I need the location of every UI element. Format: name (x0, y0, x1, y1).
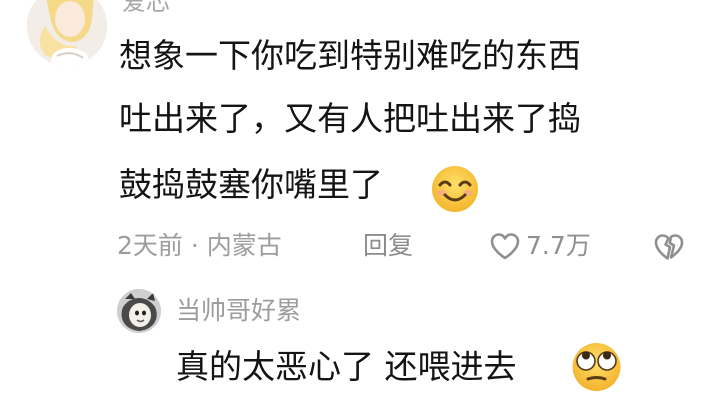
dislike-broken-heart-icon[interactable] (653, 233, 685, 261)
like-count: 7.7万 (526, 231, 591, 260)
comment-text-line-3: 鼓捣鼓塞你嘴里了 (119, 165, 383, 204)
smiling-face-icon (430, 164, 480, 214)
reply-text: 真的太恶心了 还喂进去 (176, 347, 517, 386)
comment-author-name[interactable]: 爱芯 (122, 0, 170, 16)
reply-avatar-image (117, 289, 161, 333)
like-heart-icon[interactable] (489, 232, 521, 261)
comment-text-line-1: 想象一下你吃到特别难吃的东西 (119, 36, 581, 75)
avatar[interactable] (27, 0, 107, 66)
comment-time-location: 2天前 · 内蒙古 (117, 231, 282, 260)
reply-avatar[interactable] (117, 289, 161, 333)
avatar-image (27, 0, 107, 66)
reply-button[interactable]: 回复 (363, 229, 413, 263)
reply-author-name[interactable]: 当帅哥好累 (176, 294, 301, 328)
rolling-eyes-face-icon (569, 340, 624, 392)
comment-text-line-2: 吐出来了，又有人把吐出来了捣 (119, 99, 581, 138)
